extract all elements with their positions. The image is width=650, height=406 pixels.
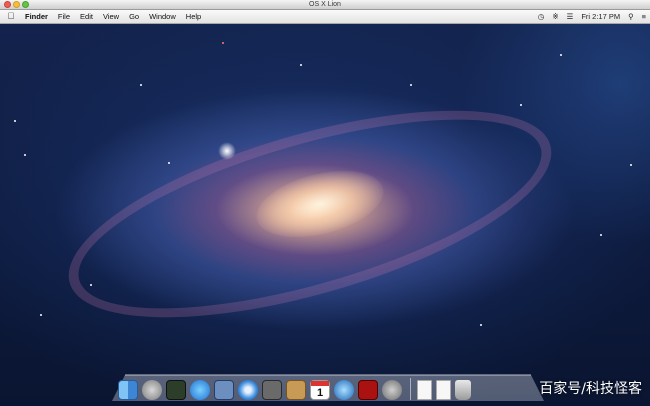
safari-icon[interactable]	[238, 380, 258, 400]
spotlight-search-icon[interactable]: ⚲	[624, 10, 638, 23]
star	[520, 104, 522, 106]
window-title: OS X Lion	[309, 1, 341, 8]
menu-finder[interactable]: Finder	[22, 10, 53, 23]
star	[24, 154, 26, 156]
star	[300, 64, 302, 66]
dock: 1	[118, 374, 475, 400]
star	[560, 54, 562, 56]
system-preferences-icon[interactable]	[382, 380, 402, 400]
mac-window: OS X Lion  Finder File Edit View Go Win…	[0, 0, 650, 406]
contacts-icon[interactable]	[286, 380, 306, 400]
dock-separator	[410, 378, 411, 400]
calendar-day: 1	[316, 387, 324, 399]
time-machine-icon[interactable]: ◷	[534, 10, 549, 23]
star	[40, 314, 42, 316]
star	[630, 164, 632, 166]
window-titlebar[interactable]: OS X Lion	[0, 0, 650, 10]
watermark-text: 百家号/科技怪客	[539, 381, 642, 397]
star	[222, 42, 224, 44]
menu-view[interactable]: View	[98, 10, 124, 23]
itunes-icon[interactable]	[334, 380, 354, 400]
facetime-icon[interactable]	[262, 380, 282, 400]
menu-clock[interactable]: Fri 2:17 PM	[577, 10, 624, 23]
menu-bar:  Finder File Edit View Go Window Help ◷…	[0, 10, 650, 24]
desktop-wallpaper[interactable]	[0, 24, 650, 406]
star	[90, 284, 92, 286]
menu-window[interactable]: Window	[144, 10, 181, 23]
document-icon[interactable]	[417, 380, 432, 400]
star	[168, 162, 170, 164]
star	[480, 324, 482, 326]
wifi-icon[interactable]: ☰	[563, 10, 578, 23]
calendar-icon[interactable]: 1	[310, 380, 330, 400]
star	[14, 120, 16, 122]
preview-icon[interactable]	[214, 380, 234, 400]
menu-help[interactable]: Help	[181, 10, 206, 23]
menu-file[interactable]: File	[53, 10, 75, 23]
document-icon[interactable]	[436, 380, 451, 400]
star	[600, 234, 602, 236]
menu-go[interactable]: Go	[124, 10, 144, 23]
bluetooth-icon[interactable]: ※	[548, 10, 562, 23]
star	[410, 84, 412, 86]
launchpad-icon[interactable]	[142, 380, 162, 400]
star	[140, 84, 142, 86]
notification-list-icon[interactable]: ≡	[638, 10, 650, 23]
finder-icon[interactable]	[118, 380, 138, 400]
apple-menu-icon[interactable]: 	[0, 10, 22, 23]
bright-star	[218, 142, 236, 160]
trash-icon[interactable]	[455, 380, 471, 400]
mission-control-icon[interactable]	[166, 380, 186, 400]
app-store-icon[interactable]	[190, 380, 210, 400]
photo-booth-icon[interactable]	[358, 380, 378, 400]
menu-edit[interactable]: Edit	[75, 10, 98, 23]
